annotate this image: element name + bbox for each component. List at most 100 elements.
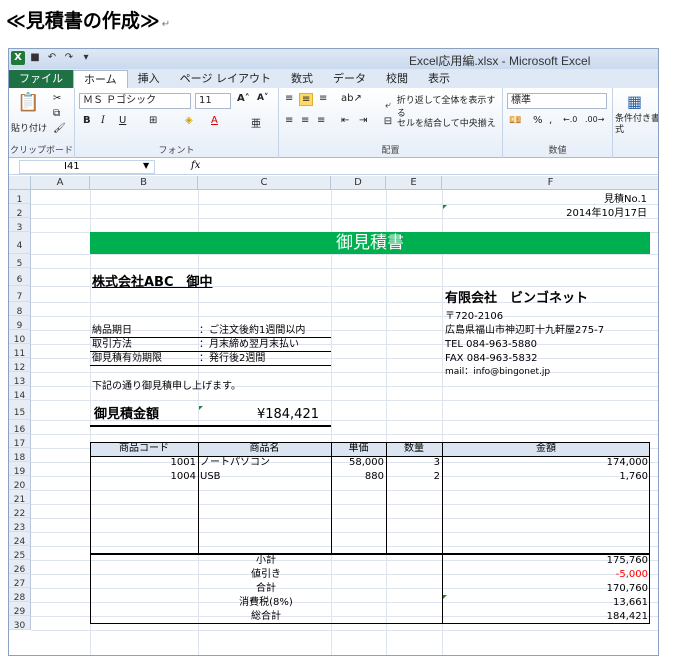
row-header[interactable]: 10: [9, 330, 31, 345]
increase-indent-icon[interactable]: ⇥: [359, 115, 367, 126]
font-size-select[interactable]: 11: [195, 93, 231, 109]
col-header-c[interactable]: C: [198, 176, 331, 190]
row-header[interactable]: 9: [9, 316, 31, 331]
row-header[interactable]: 20: [9, 476, 31, 491]
gridline-row: [31, 204, 658, 205]
row-header[interactable]: 19: [9, 462, 31, 477]
total-underline: [90, 425, 331, 427]
window-title: Excel応用編.xlsx - Microsoft Excel: [409, 54, 591, 68]
gridline-row: [31, 316, 658, 317]
select-all-corner[interactable]: [9, 176, 31, 190]
align-top-icon[interactable]: ≡: [285, 93, 293, 104]
row-header[interactable]: 15: [9, 400, 31, 420]
customize-qat-icon[interactable]: ▾: [79, 51, 93, 65]
row-header[interactable]: 23: [9, 518, 31, 533]
align-bottom-icon[interactable]: ≡: [319, 93, 327, 104]
undo-icon[interactable]: ↶: [45, 51, 59, 65]
row-header[interactable]: 30: [9, 616, 31, 631]
formula-bar: I41 ▼ fx: [9, 159, 658, 175]
decrease-decimal-icon[interactable]: .00→: [585, 115, 604, 124]
row-header[interactable]: 16: [9, 420, 31, 435]
row-header[interactable]: 8: [9, 302, 31, 317]
row-header[interactable]: 27: [9, 574, 31, 589]
row-header[interactable]: 12: [9, 358, 31, 373]
company-fax: FAX 084-963-5832: [445, 353, 538, 364]
align-middle-icon[interactable]: ≡: [299, 93, 314, 106]
align-right-icon[interactable]: ≡: [317, 115, 325, 126]
items-divider-3: [386, 442, 387, 554]
format-painter-icon[interactable]: 🖌: [53, 123, 66, 134]
conditional-format-button[interactable]: 条件付き書式: [615, 114, 658, 136]
tab-review[interactable]: 校閲: [376, 70, 418, 88]
conditional-format-icon[interactable]: ▦: [627, 92, 642, 111]
shrink-font-icon[interactable]: A˅: [257, 93, 268, 103]
phonetic-icon[interactable]: 亜: [251, 115, 261, 130]
italic-icon[interactable]: I: [101, 115, 105, 126]
tab-home[interactable]: ホーム: [73, 70, 128, 88]
fill-color-icon[interactable]: ◈: [185, 115, 193, 126]
font-name-select[interactable]: ＭＳ Ｐゴシック: [79, 93, 191, 109]
save-icon[interactable]: ■: [28, 51, 42, 65]
tab-view[interactable]: 表示: [418, 70, 460, 88]
col-header-b[interactable]: B: [90, 176, 198, 190]
row-header[interactable]: 25: [9, 546, 31, 561]
tab-formulas[interactable]: 数式: [281, 70, 323, 88]
col-header-d[interactable]: D: [331, 176, 386, 190]
tab-file[interactable]: ファイル: [9, 70, 73, 88]
row-header[interactable]: 26: [9, 560, 31, 575]
row-header[interactable]: 22: [9, 504, 31, 519]
row-header[interactable]: 24: [9, 532, 31, 547]
insert-function-icon[interactable]: fx: [191, 160, 200, 171]
align-left-icon[interactable]: ≡: [285, 115, 293, 126]
increase-decimal-icon[interactable]: ←.0: [563, 115, 577, 124]
currency-icon[interactable]: 💴: [509, 115, 521, 126]
col-header-f[interactable]: F: [442, 176, 658, 190]
col-header-e[interactable]: E: [386, 176, 442, 190]
row-header[interactable]: 17: [9, 434, 31, 449]
tab-page-layout[interactable]: ページ レイアウト: [170, 70, 281, 88]
term-underline-3: [90, 365, 331, 366]
row-header[interactable]: 29: [9, 602, 31, 617]
orientation-icon[interactable]: ab↗: [341, 93, 362, 104]
paste-button[interactable]: 貼り付け: [11, 121, 47, 134]
row-header[interactable]: 13: [9, 372, 31, 387]
row-header[interactable]: 2: [9, 204, 31, 219]
title-bar: X ■ ↶ ↷ ▾ Excel応用編.xlsx - Microsoft Exce…: [9, 49, 658, 69]
excel-window: X ■ ↶ ↷ ▾ Excel応用編.xlsx - Microsoft Exce…: [8, 48, 659, 656]
borders-icon[interactable]: ⊞: [149, 115, 157, 126]
row-header[interactable]: 14: [9, 386, 31, 401]
row-header[interactable]: 11: [9, 344, 31, 359]
col-header-a[interactable]: A: [31, 176, 90, 190]
underline-icon[interactable]: U: [119, 115, 126, 126]
row-header[interactable]: 6: [9, 268, 31, 286]
align-center-icon[interactable]: ≡: [301, 115, 309, 126]
row-header[interactable]: 4: [9, 232, 31, 254]
row-header[interactable]: 28: [9, 588, 31, 603]
name-box[interactable]: I41: [19, 160, 155, 174]
row-header[interactable]: 7: [9, 286, 31, 302]
row-header[interactable]: 1: [9, 190, 31, 205]
grow-font-icon[interactable]: A˄: [237, 93, 250, 104]
decrease-indent-icon[interactable]: ⇤: [341, 115, 349, 126]
bold-icon[interactable]: B: [83, 115, 91, 126]
items-table-border: [90, 442, 650, 554]
paste-icon[interactable]: 📋: [17, 92, 39, 113]
row-header[interactable]: 18: [9, 448, 31, 463]
name-box-dropdown-icon[interactable]: ▼: [143, 161, 149, 170]
copy-icon[interactable]: ⧉: [53, 108, 60, 119]
excel-logo-icon: X: [11, 51, 25, 65]
comma-icon[interactable]: ,: [549, 115, 552, 126]
redo-icon[interactable]: ↷: [62, 51, 76, 65]
row-header[interactable]: 21: [9, 490, 31, 505]
company-tel: TEL 084-963-5880: [445, 339, 538, 350]
cut-icon[interactable]: ✂: [53, 93, 61, 104]
document-heading: ≪見積書の作成≫ ↵: [6, 6, 170, 33]
percent-icon[interactable]: %: [533, 115, 543, 126]
row-header[interactable]: 3: [9, 218, 31, 233]
tab-insert[interactable]: 挿入: [128, 70, 170, 88]
number-format-select[interactable]: 標準: [507, 93, 607, 109]
font-color-icon[interactable]: A: [211, 115, 218, 126]
tab-data[interactable]: データ: [323, 70, 376, 88]
merge-center-button[interactable]: ⊟ セルを結合して中央揃え: [381, 115, 496, 129]
row-header[interactable]: 5: [9, 254, 31, 269]
